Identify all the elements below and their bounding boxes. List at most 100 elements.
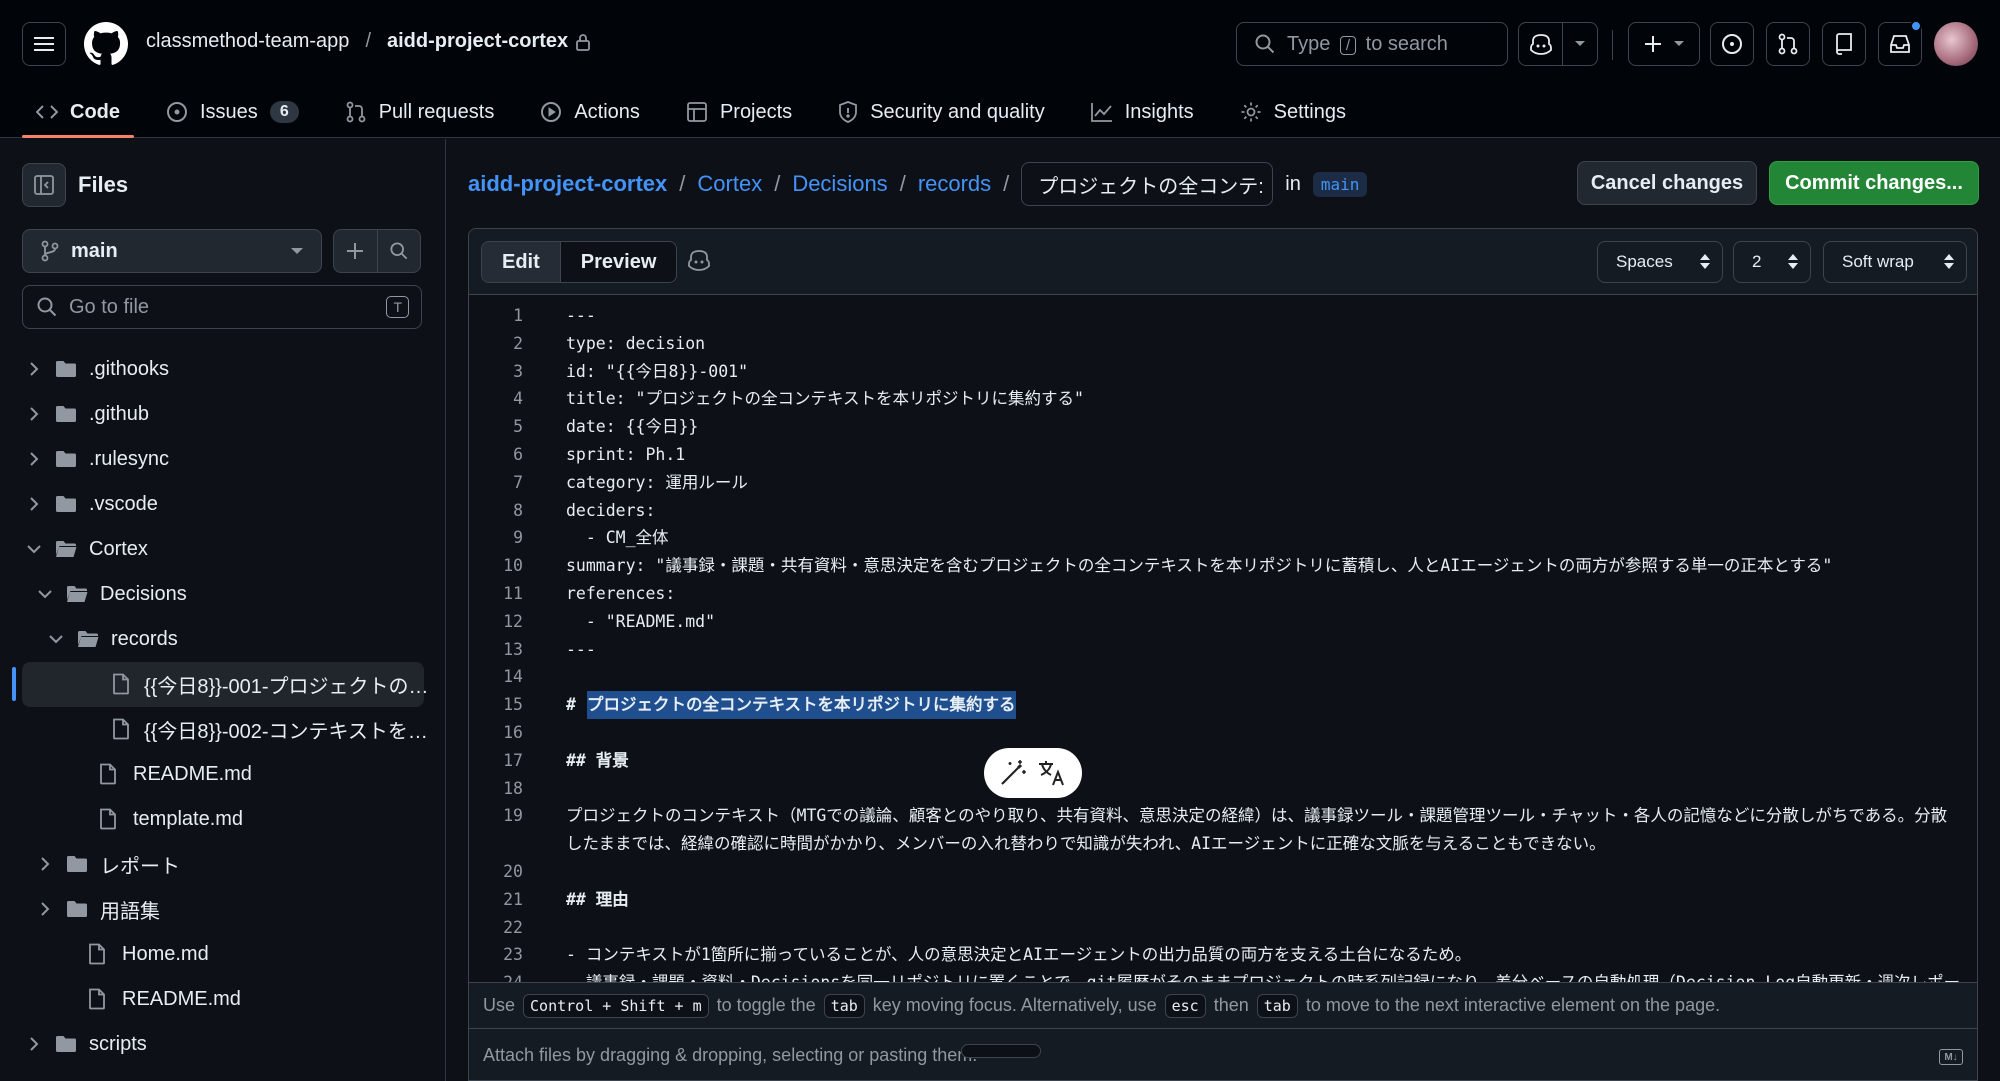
- global-header: classmethod-team-app / aidd-project-cort…: [0, 0, 2000, 138]
- chevron-down-icon[interactable]: [37, 586, 53, 602]
- code-line[interactable]: 11 references:: [469, 580, 1969, 608]
- search-files-button[interactable]: [378, 230, 421, 272]
- code-line[interactable]: 24 - 議事録・課題・資料・Decisionsを同一リポジトリに置くことで、gi…: [469, 969, 1969, 982]
- tree-file[interactable]: template.md: [0, 797, 446, 842]
- tree-file[interactable]: Home.md: [0, 932, 446, 977]
- search-input[interactable]: Type / to search: [1236, 22, 1508, 66]
- issues-button[interactable]: [1710, 22, 1754, 66]
- tree-folder[interactable]: .rulesync: [0, 437, 446, 482]
- tab-insights[interactable]: Insights: [1077, 86, 1208, 138]
- tab-settings[interactable]: Settings: [1226, 86, 1360, 138]
- code-line[interactable]: 18: [469, 775, 1969, 803]
- copilot-menu-button[interactable]: [1518, 22, 1598, 66]
- chevron-right-icon[interactable]: [26, 451, 42, 467]
- github-logo-icon[interactable]: [84, 22, 128, 66]
- filename-input[interactable]: プロジェクトの全コンテ:: [1021, 162, 1274, 206]
- branch-selector[interactable]: main: [22, 229, 322, 273]
- code-line[interactable]: 13 ---: [469, 636, 1969, 664]
- repo-link[interactable]: aidd-project-cortex: [387, 30, 568, 53]
- tab-projects[interactable]: Projects: [672, 86, 806, 138]
- tree-folder[interactable]: 用語集: [0, 887, 446, 932]
- tab-actions[interactable]: Actions: [526, 86, 654, 138]
- tree-folder[interactable]: records: [0, 617, 446, 662]
- chevron-right-icon[interactable]: [26, 496, 42, 512]
- code-line[interactable]: 22: [469, 914, 1969, 942]
- code-line[interactable]: 15 # プロジェクトの全コンテキストを本リポジトリに集約する: [469, 691, 1969, 720]
- chevron-right-icon[interactable]: [26, 1036, 42, 1052]
- code-line[interactable]: 10 summary: "議事録・課題・共有資料・意思決定を含むプロジェクトの全コ…: [469, 552, 1969, 580]
- owner-link[interactable]: classmethod-team-app: [146, 30, 349, 53]
- add-file-button[interactable]: [334, 230, 378, 272]
- code-line[interactable]: 12 - "README.md": [469, 608, 1969, 636]
- attach-files-area[interactable]: Attach files by dragging & dropping, sel…: [469, 1028, 1977, 1080]
- tree-file[interactable]: {{今日8}}-002-コンテキストを…: [0, 707, 446, 752]
- tree-folder[interactable]: レポート: [0, 842, 446, 887]
- commit-changes-button[interactable]: Commit changes...: [1769, 161, 1979, 205]
- wrap-mode-select[interactable]: Soft wrap: [1823, 241, 1967, 283]
- breadcrumb-repo-link[interactable]: aidd-project-cortex: [468, 171, 667, 197]
- cancel-changes-button[interactable]: Cancel changes: [1577, 161, 1757, 205]
- tree-folder[interactable]: scripts: [0, 1022, 446, 1067]
- tab-security[interactable]: Security and quality: [824, 86, 1059, 138]
- code-line[interactable]: 19 プロジェクトのコンテキスト（MTGでの議論、顧客とのやり取り、共有資料、意思…: [469, 802, 1969, 830]
- code-line[interactable]: 9 - CM_全体: [469, 524, 1969, 552]
- tree-file[interactable]: README.md: [0, 752, 446, 797]
- create-new-button[interactable]: [1628, 22, 1700, 66]
- indent-mode-select[interactable]: Spaces: [1597, 241, 1723, 283]
- code-line[interactable]: 16: [469, 719, 1969, 747]
- edit-tab[interactable]: Edit: [482, 242, 561, 282]
- drag-handle[interactable]: [961, 1044, 1041, 1058]
- breadcrumb-decisions-link[interactable]: Decisions: [792, 171, 887, 197]
- code-line[interactable]: 21 ## 理由: [469, 886, 1969, 914]
- code-line[interactable]: したままでは、経緯の確認に時間がかかり、メンバーの入れ替わりで知識が失われ、AI…: [469, 830, 1969, 858]
- preview-tab[interactable]: Preview: [560, 242, 677, 282]
- indent-size-select[interactable]: 2: [1733, 241, 1811, 283]
- repositories-button[interactable]: [1822, 22, 1866, 66]
- tab-issues[interactable]: Issues 6: [152, 86, 313, 138]
- chevron-right-icon[interactable]: [37, 901, 53, 917]
- tree-folder[interactable]: .github: [0, 392, 446, 437]
- tree-folder[interactable]: tmp: [0, 1067, 446, 1081]
- folder-icon: [55, 450, 77, 474]
- code-line[interactable]: 5 date: {{今日}}: [469, 413, 1969, 441]
- code-line[interactable]: 4 title: "プロジェクトの全コンテキストを本リポジトリに集約する": [469, 385, 1969, 413]
- notification-dot: [1910, 20, 1922, 32]
- copilot-icon[interactable]: [687, 249, 711, 276]
- breadcrumb-records-link[interactable]: records: [918, 171, 991, 197]
- code-line[interactable]: 17 ## 背景: [469, 747, 1969, 775]
- tab-code[interactable]: Code: [22, 86, 134, 138]
- tree-folder[interactable]: Cortex: [0, 527, 446, 572]
- translate-icon[interactable]: [1036, 758, 1068, 788]
- chevron-right-icon[interactable]: [37, 856, 53, 872]
- menu-icon[interactable]: [22, 22, 66, 66]
- code-line[interactable]: 7 category: 運用ルール: [469, 469, 1969, 497]
- tree-folder[interactable]: .githooks: [0, 347, 446, 392]
- go-to-file-input[interactable]: Go to file T: [22, 285, 422, 329]
- tree-folder[interactable]: Decisions: [0, 572, 446, 617]
- code-line[interactable]: 2 type: decision: [469, 330, 1969, 358]
- code-line[interactable]: 20: [469, 858, 1969, 886]
- code-line[interactable]: 14: [469, 663, 1969, 691]
- code-line[interactable]: 1 ---: [469, 302, 1969, 330]
- chevron-right-icon[interactable]: [26, 361, 42, 377]
- branch-label[interactable]: main: [1312, 171, 1368, 197]
- collapse-sidebar-button[interactable]: [22, 163, 66, 207]
- code-line[interactable]: 23 - コンテキストが1箇所に揃っていることが、人の意思決定とAIエージェントの…: [469, 941, 1969, 969]
- code-line[interactable]: 6 sprint: Ph.1: [469, 441, 1969, 469]
- code-line[interactable]: 8 deciders:: [469, 497, 1969, 525]
- chevron-down-icon[interactable]: [26, 541, 42, 557]
- line-text: references:: [566, 584, 676, 603]
- tree-file[interactable]: README.md: [0, 977, 446, 1022]
- code-area[interactable]: 24- 議事録・課題・資料・Decisionsを同一リポジトリに置くことで、gi…: [469, 296, 1977, 982]
- tab-pull-requests[interactable]: Pull requests: [331, 86, 509, 138]
- magic-wand-icon[interactable]: [998, 758, 1028, 788]
- tree-file[interactable]: {{今日8}}-001-プロジェクトの…: [22, 662, 429, 707]
- code-line[interactable]: 3 id: "{{今日8}}-001": [469, 358, 1969, 386]
- pull-requests-button[interactable]: [1766, 22, 1810, 66]
- tree-folder[interactable]: .vscode: [0, 482, 446, 527]
- avatar[interactable]: [1934, 22, 1978, 66]
- chevron-down-icon[interactable]: [48, 631, 64, 647]
- breadcrumb-cortex-link[interactable]: Cortex: [697, 171, 762, 197]
- line-text: ## 背景: [566, 750, 629, 770]
- chevron-right-icon[interactable]: [26, 406, 42, 422]
